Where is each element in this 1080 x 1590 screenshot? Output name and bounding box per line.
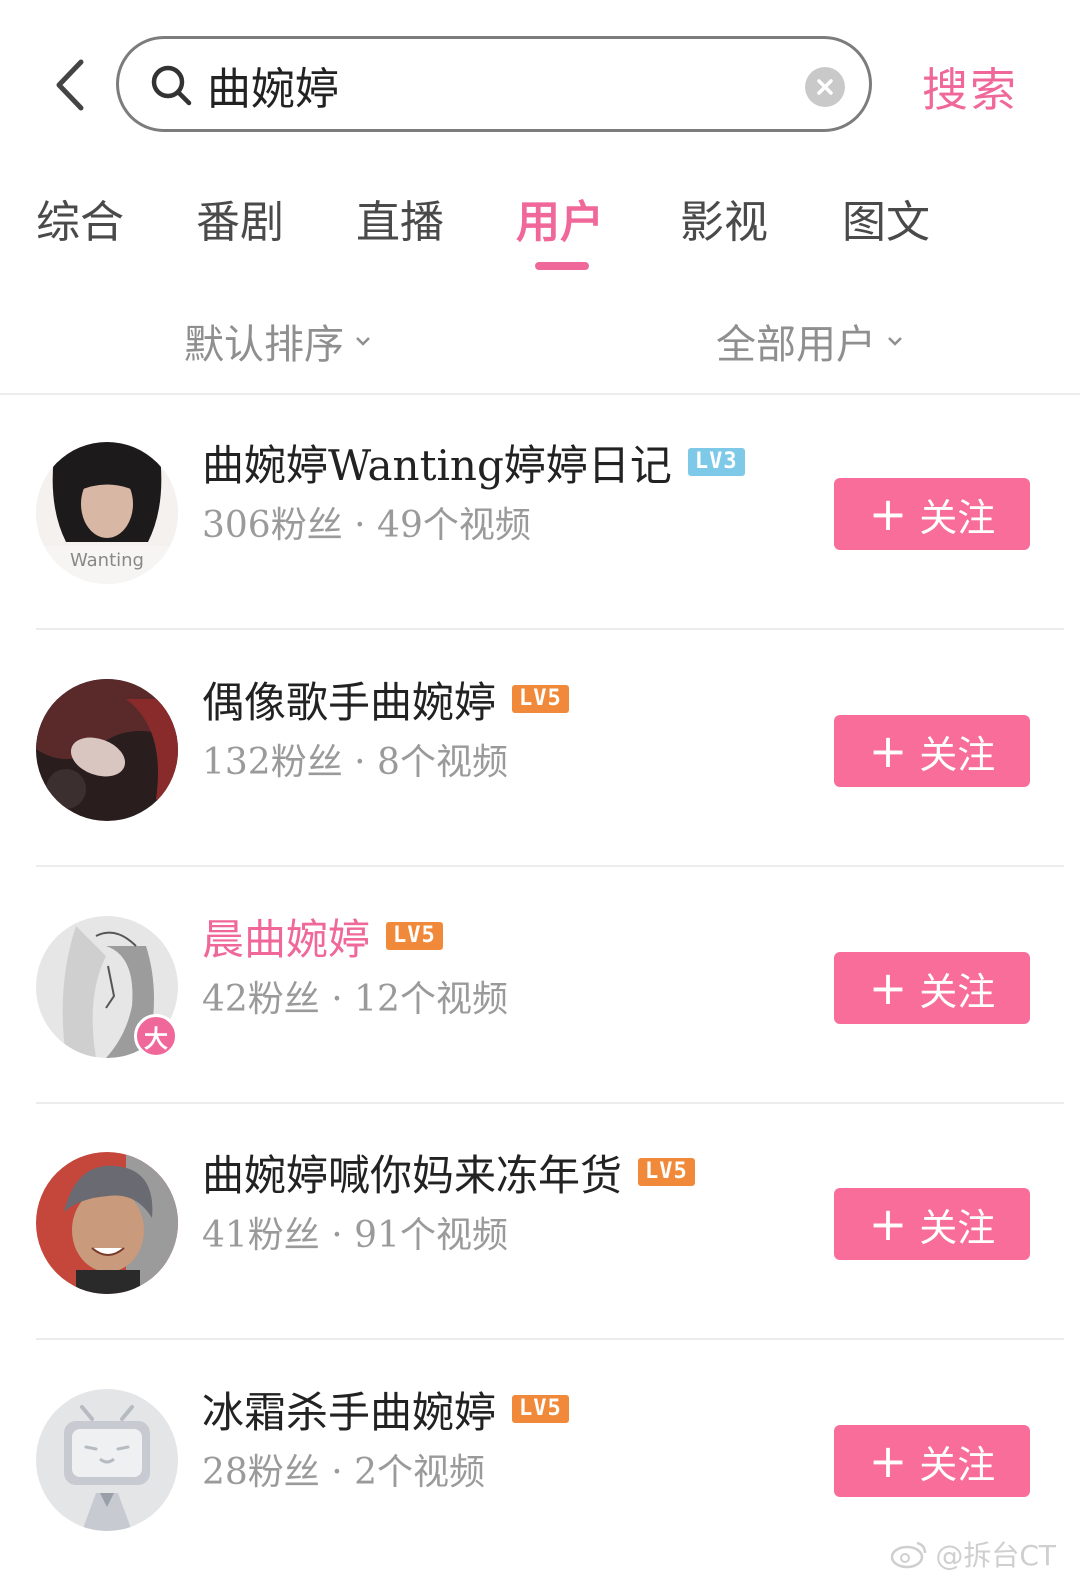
level-badge: LV5 xyxy=(512,1395,569,1423)
user-list-item[interactable]: 晨曲婉婷 LV5 42粉丝 · 12个视频 + 关注 xyxy=(0,868,1080,1104)
user-photo-icon: Wanting xyxy=(36,442,178,584)
user-stats: 306粉丝 · 49个视频 xyxy=(202,505,531,546)
divider xyxy=(36,865,1064,867)
user-list-item[interactable]: 偶像歌手曲婉婷 LV5 132粉丝 · 8个视频 + 关注 xyxy=(0,631,1080,867)
plus-icon: + xyxy=(868,487,908,541)
vip-badge-icon: 大 xyxy=(134,1014,178,1058)
user-name[interactable]: 曲婉婷喊你妈来冻年货 xyxy=(202,1142,622,1203)
plus-icon: + xyxy=(868,1434,908,1488)
follow-button[interactable]: + 关注 xyxy=(834,715,1030,787)
search-icon xyxy=(151,65,192,106)
user-name[interactable]: 晨曲婉婷 xyxy=(202,906,370,967)
user-name[interactable]: 冰霜杀手曲婉婷 xyxy=(202,1379,496,1440)
level-badge: LV5 xyxy=(638,1158,695,1186)
level-badge: LV5 xyxy=(512,685,569,713)
plus-icon: + xyxy=(868,1197,908,1251)
search-submit-button[interactable]: 搜索 xyxy=(922,54,1018,120)
avatar[interactable] xyxy=(36,1389,178,1531)
sort-label: 默认排序 xyxy=(184,322,344,368)
avatar-caption: Wanting xyxy=(70,550,144,571)
follow-button[interactable]: + 关注 xyxy=(834,1188,1030,1260)
level-badge: LV3 xyxy=(687,448,745,476)
user-stats: 132粉丝 · 8个视频 xyxy=(202,742,508,783)
tab-film-tv[interactable]: 影视 xyxy=(680,186,768,250)
follow-label: 关注 xyxy=(919,1442,996,1487)
chevron-down-icon xyxy=(888,337,902,346)
follow-label: 关注 xyxy=(919,969,996,1014)
level-badge: LV5 xyxy=(386,922,443,950)
search-header: 搜索 xyxy=(0,0,1080,160)
follow-button[interactable]: + 关注 xyxy=(834,952,1030,1024)
weibo-icon xyxy=(891,1541,927,1569)
sort-dropdown[interactable]: 默认排序 xyxy=(184,312,372,370)
avatar[interactable] xyxy=(36,1152,178,1294)
user-stats: 42粉丝 · 12个视频 xyxy=(202,979,508,1020)
default-tv-avatar-icon xyxy=(36,1389,178,1531)
follow-label: 关注 xyxy=(919,495,996,540)
tab-articles[interactable]: 图文 xyxy=(842,186,930,250)
user-name-line: 晨曲婉婷 LV5 xyxy=(202,908,443,964)
user-photo-icon xyxy=(36,1152,178,1294)
avatar[interactable]: Wanting xyxy=(36,442,178,584)
user-name-line: 曲婉婷Wanting婷婷日记 LV3 xyxy=(202,434,745,490)
follow-label: 关注 xyxy=(919,1205,996,1250)
tab-anime[interactable]: 番剧 xyxy=(196,186,284,250)
chevron-down-icon xyxy=(356,337,370,346)
plus-icon: + xyxy=(868,961,908,1015)
user-photo-icon xyxy=(36,679,178,821)
user-name[interactable]: 曲婉婷Wanting婷婷日记 xyxy=(202,432,672,493)
watermark-text: @拆台CT xyxy=(935,1539,1056,1572)
clear-search-button[interactable] xyxy=(805,67,845,107)
chevron-left-icon xyxy=(56,59,84,111)
user-name-line: 曲婉婷喊你妈来冻年货 LV5 xyxy=(202,1144,695,1200)
close-icon xyxy=(817,79,833,95)
search-input[interactable] xyxy=(207,53,767,117)
user-list-item[interactable]: 曲婉婷喊你妈来冻年货 LV5 41粉丝 · 91个视频 + 关注 xyxy=(0,1104,1080,1340)
back-button[interactable] xyxy=(40,52,100,118)
user-stats: 41粉丝 · 91个视频 xyxy=(202,1215,508,1256)
user-stats: 28粉丝 · 2个视频 xyxy=(202,1452,486,1493)
user-type-dropdown[interactable]: 全部用户 xyxy=(716,312,904,370)
tab-live[interactable]: 直播 xyxy=(356,186,444,250)
follow-button[interactable]: + 关注 xyxy=(834,1425,1030,1497)
user-name-line: 偶像歌手曲婉婷 LV5 xyxy=(202,671,569,727)
divider xyxy=(36,1338,1064,1340)
user-type-label: 全部用户 xyxy=(716,322,876,368)
divider xyxy=(36,628,1064,630)
plus-icon: + xyxy=(868,724,908,778)
tab-comprehensive[interactable]: 综合 xyxy=(36,186,124,250)
follow-button[interactable]: + 关注 xyxy=(834,478,1030,550)
search-box[interactable] xyxy=(116,36,872,132)
avatar[interactable] xyxy=(36,679,178,821)
active-tab-indicator xyxy=(535,262,589,270)
user-name[interactable]: 偶像歌手曲婉婷 xyxy=(202,669,496,730)
follow-label: 关注 xyxy=(919,732,996,777)
tab-users[interactable]: 用户 xyxy=(516,186,604,250)
user-name-line: 冰霜杀手曲婉婷 LV5 xyxy=(202,1381,569,1437)
user-list-item[interactable]: Wanting 曲婉婷Wanting婷婷日记 LV3 306粉丝 · 49个视频… xyxy=(0,394,1080,630)
watermark: @拆台CT xyxy=(889,1534,1056,1574)
